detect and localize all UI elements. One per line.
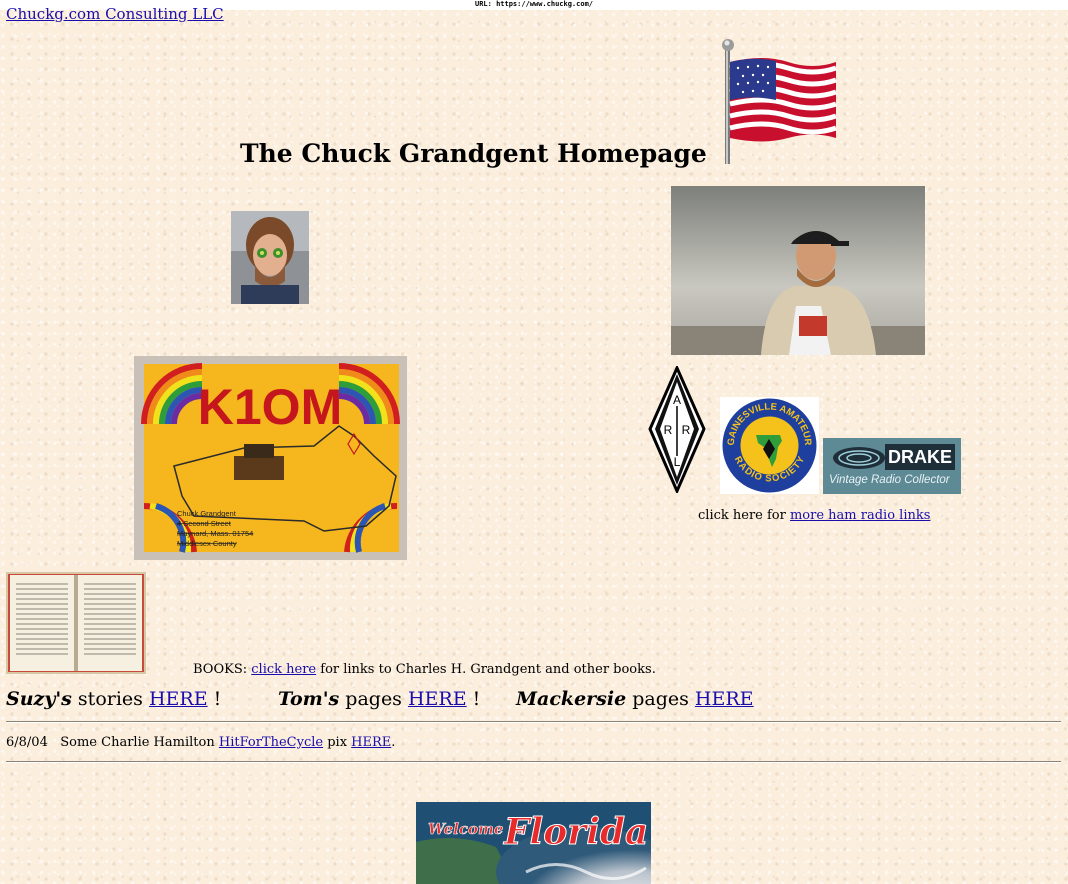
open-book-image[interactable] bbox=[6, 572, 146, 674]
qsl-county: Middlesex County bbox=[177, 539, 237, 548]
page-title: The Chuck Grandgent Homepage bbox=[240, 139, 707, 168]
florida-name: Florida bbox=[503, 811, 648, 853]
portrait-photo bbox=[231, 211, 309, 304]
news-text: Some Charlie Hamilton bbox=[60, 735, 219, 750]
drake-logo[interactable]: DRAKE Vintage Radio Collector bbox=[823, 438, 961, 494]
arrl-letter-a: A bbox=[673, 393, 681, 407]
url-label: URL: bbox=[474, 0, 492, 8]
tom-suffix: ! bbox=[466, 688, 481, 710]
books-link[interactable]: click here bbox=[251, 662, 316, 677]
divider-top bbox=[6, 721, 1061, 723]
family-suzy: Suzy's stories HERE ! bbox=[6, 688, 221, 710]
mackersie-middle: pages bbox=[626, 688, 695, 710]
books-line: BOOKS: click here for links to Charles H… bbox=[193, 662, 656, 677]
gars-logo-icon[interactable]: GAINESVILLE AMATEUR RADIO SOCIETY bbox=[720, 397, 819, 494]
family-mackersie: Mackersie pages HERE bbox=[516, 688, 754, 710]
american-flag-image bbox=[722, 39, 837, 164]
suzy-here-link[interactable]: HERE bbox=[149, 688, 208, 710]
news-period: . bbox=[391, 735, 396, 750]
qsl-card-image: K1OM Chuck Grandgent 4 Second Street May… bbox=[134, 356, 407, 560]
drake-tagline: Vintage Radio Collector bbox=[829, 474, 950, 486]
qsl-city: Maynard, Mass. 01754 bbox=[177, 529, 253, 538]
books-prefix: BOOKS: bbox=[193, 662, 252, 677]
arrl-letter-l: L bbox=[674, 455, 681, 469]
tom-here-link[interactable]: HERE bbox=[408, 688, 467, 710]
ham-links-line: click here for more ham radio links bbox=[698, 508, 930, 523]
books-suffix: for links to Charles H. Grandgent and ot… bbox=[316, 662, 656, 677]
suzy-name: Suzy's bbox=[6, 688, 72, 710]
suzy-middle: stories bbox=[71, 688, 149, 710]
news-here-link[interactable]: HERE bbox=[351, 735, 391, 750]
news-pix: pix bbox=[323, 735, 352, 750]
drake-globe-icon bbox=[833, 447, 885, 469]
more-ham-radio-links[interactable]: more ham radio links bbox=[790, 508, 930, 523]
mackersie-name: Mackersie bbox=[516, 688, 627, 710]
divider-bottom bbox=[6, 761, 1061, 763]
tom-middle: pages bbox=[339, 688, 408, 710]
company-link[interactable]: Chuckg.com Consulting LLC bbox=[6, 5, 224, 23]
hit-for-the-cycle-link[interactable]: HitForTheCycle bbox=[219, 735, 323, 750]
qsl-street: 4 Second Street bbox=[177, 519, 232, 528]
tom-name: Tom's bbox=[278, 688, 340, 710]
arrl-letter-r1: R bbox=[664, 423, 673, 437]
url-text: https://www.chuckg.com/ bbox=[496, 0, 593, 8]
arrl-letter-r2: R bbox=[682, 423, 691, 437]
qsl-callsign: K1OM bbox=[198, 379, 342, 435]
mackersie-here-link[interactable]: HERE bbox=[695, 688, 754, 710]
qsl-name: Chuck Grandgent bbox=[177, 509, 237, 518]
ham-links-prefix: click here for bbox=[698, 508, 790, 523]
news-date: 6/8/04 bbox=[6, 735, 48, 750]
suzy-suffix: ! bbox=[207, 688, 222, 710]
florida-image: Welcome to Florida bbox=[416, 802, 651, 884]
arrl-logo-icon[interactable]: A R R L bbox=[648, 366, 706, 493]
drake-brand: DRAKE bbox=[885, 444, 955, 470]
outdoor-photo bbox=[671, 186, 925, 355]
family-tom: Tom's pages HERE ! bbox=[278, 688, 480, 710]
news-line: 6/8/04 Some Charlie Hamilton HitForTheCy… bbox=[6, 735, 395, 750]
